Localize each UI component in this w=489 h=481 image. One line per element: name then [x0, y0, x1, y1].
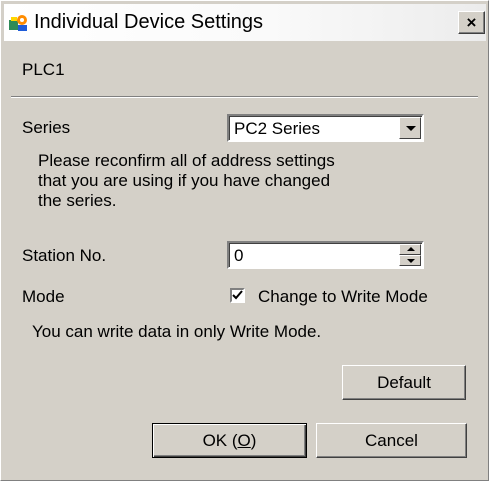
ok-button-label: OK (O): [202, 431, 257, 450]
window-title: Individual Device Settings: [34, 11, 264, 33]
arrow-up-icon: [407, 247, 415, 251]
device-name: PLC1: [22, 60, 65, 79]
arrow-down-icon: [407, 259, 415, 263]
series-label: Series: [22, 118, 71, 137]
chevron-down-icon: [406, 126, 416, 131]
checkmark-icon: [232, 290, 243, 300]
cancel-button[interactable]: Cancel: [316, 423, 467, 458]
spin-up-button[interactable]: [399, 244, 421, 255]
write-mode-checkbox[interactable]: [230, 288, 245, 303]
series-value: PC2 Series: [234, 119, 320, 138]
ok-button[interactable]: OK (O): [152, 423, 307, 458]
mode-label: Mode: [22, 287, 65, 306]
spin-down-button[interactable]: [399, 255, 421, 266]
station-label: Station No.: [22, 246, 107, 265]
close-button[interactable]: ×: [458, 11, 485, 34]
series-note-line-3: the series.: [38, 191, 117, 210]
title-bar[interactable]: Individual Device Settings ×: [4, 4, 486, 41]
device-settings-icon: [7, 12, 29, 34]
series-dropdown-button[interactable]: [399, 117, 421, 139]
write-mode-checkbox-label[interactable]: Change to Write Mode: [258, 287, 428, 307]
series-note-line-1: Please reconfirm all of address settings: [38, 151, 335, 170]
series-select[interactable]: PC2 Series: [227, 114, 424, 142]
default-button[interactable]: Default: [342, 365, 466, 400]
station-number-spinbox[interactable]: 0: [227, 241, 424, 269]
series-note-line-2: that you are using if you have changed: [38, 171, 331, 190]
default-button-label: Default: [377, 373, 431, 392]
cancel-button-label: Cancel: [365, 431, 418, 450]
mode-note: You can write data in only Write Mode.: [32, 322, 322, 341]
separator: [11, 96, 478, 98]
station-value: 0: [234, 246, 244, 265]
dialog-window: Individual Device Settings × PLC1 Series…: [0, 0, 489, 481]
close-icon: ×: [466, 13, 477, 32]
